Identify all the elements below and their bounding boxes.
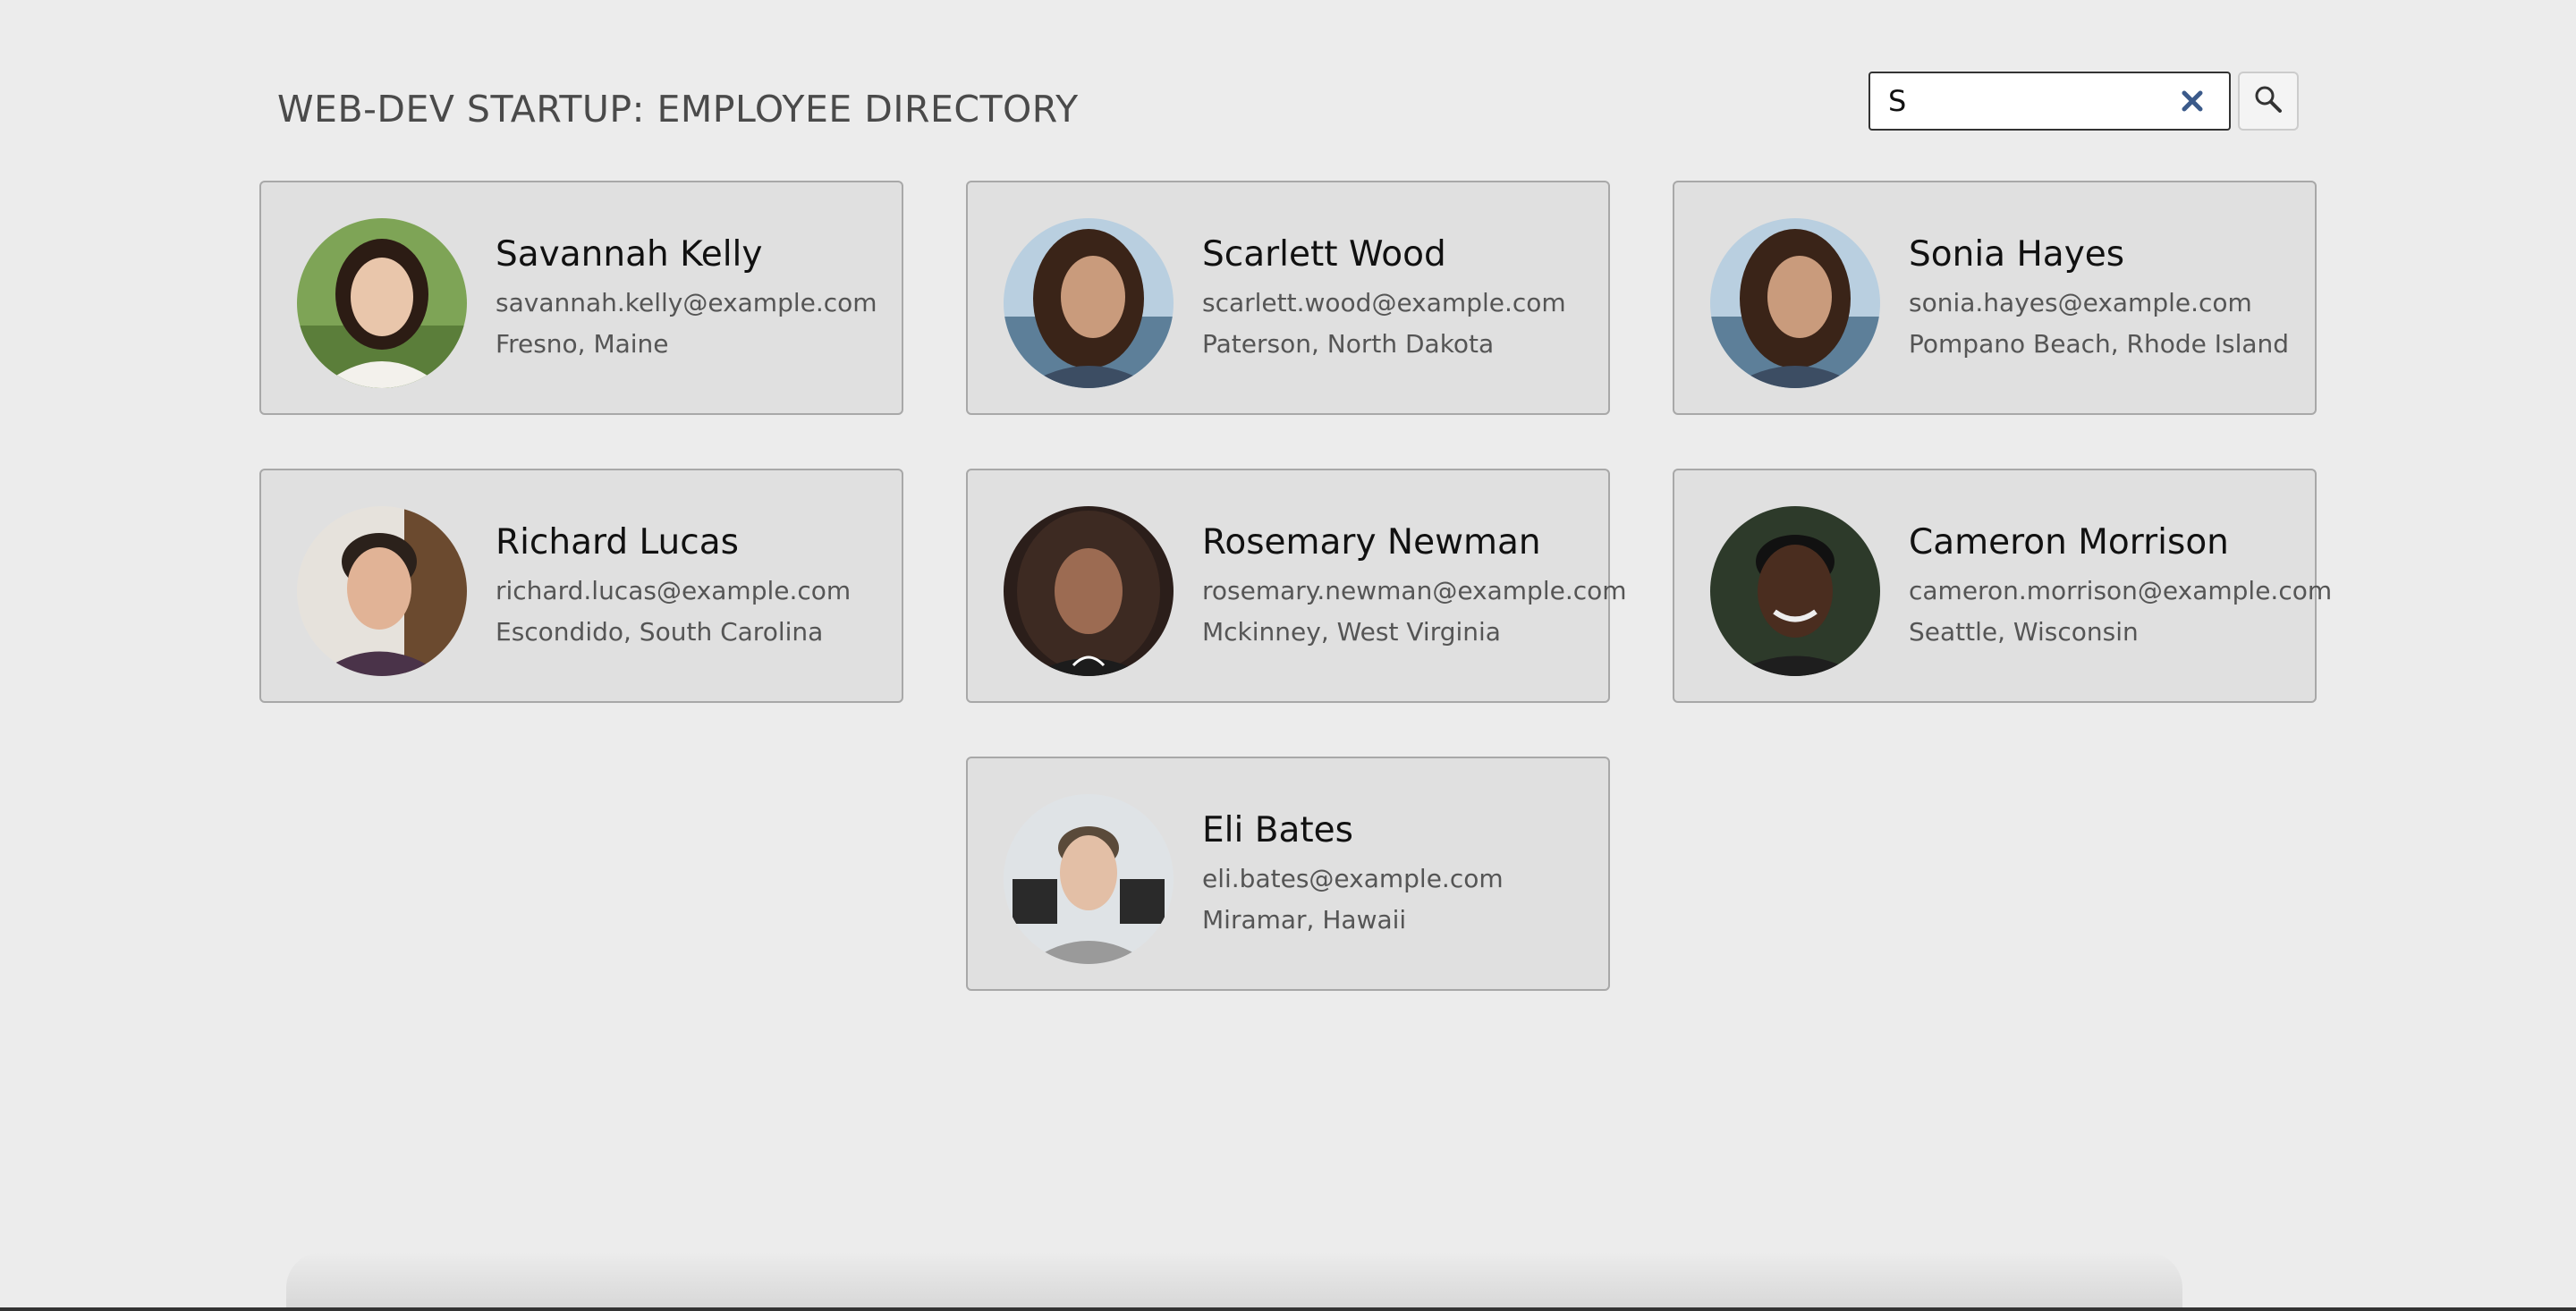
avatar (1710, 218, 1880, 388)
employee-location: Pompano Beach, Rhode Island (1909, 329, 2290, 359)
employee-name: Scarlett Wood (1202, 234, 1446, 275)
employee-card[interactable]: Sonia Hayes sonia.hayes@example.com Pomp… (1673, 181, 2317, 415)
employee-card[interactable]: Eli Bates eli.bates@example.com Miramar,… (966, 757, 1610, 991)
employee-card[interactable]: Savannah Kelly savannah.kelly@example.co… (259, 181, 903, 415)
employee-email: sonia.hayes@example.com (1909, 288, 2252, 317)
avatar (1004, 794, 1174, 964)
employee-location: Fresno, Maine (496, 329, 669, 359)
employee-directory-page: WEB-DEV STARTUP: EMPLOYEE DIRECTORY Sava… (0, 0, 2576, 1311)
employee-location: Mckinney, West Virginia (1202, 617, 1501, 647)
employee-email: eli.bates@example.com (1202, 864, 1504, 893)
employee-card[interactable]: Richard Lucas richard.lucas@example.com … (259, 469, 903, 703)
employee-email: cameron.morrison@example.com (1909, 576, 2333, 605)
avatar (1004, 506, 1174, 676)
avatar (297, 218, 467, 388)
employee-name: Cameron Morrison (1909, 522, 2229, 562)
employee-name: Savannah Kelly (496, 234, 763, 275)
employee-location: Paterson, North Dakota (1202, 329, 1495, 359)
employee-name: Rosemary Newman (1202, 522, 1541, 562)
employee-name: Sonia Hayes (1909, 234, 2125, 275)
employee-grid: Savannah Kelly savannah.kelly@example.co… (0, 0, 2576, 1311)
avatar (1710, 506, 1880, 676)
employee-email: scarlett.wood@example.com (1202, 288, 1566, 317)
employee-email: savannah.kelly@example.com (496, 288, 877, 317)
employee-card[interactable]: Cameron Morrison cameron.morrison@exampl… (1673, 469, 2332, 703)
employee-email: richard.lucas@example.com (496, 576, 852, 605)
bottom-shadow (286, 1252, 2182, 1311)
employee-email: rosemary.newman@example.com (1202, 576, 1627, 605)
employee-location: Seattle, Wisconsin (1909, 617, 2139, 647)
employee-location: Miramar, Hawaii (1202, 905, 1407, 935)
employee-name: Eli Bates (1202, 810, 1353, 850)
employee-card[interactable]: Scarlett Wood scarlett.wood@example.com … (966, 181, 1610, 415)
employee-location: Escondido, South Carolina (496, 617, 824, 647)
window-bottom-edge (0, 1307, 2576, 1311)
employee-card[interactable]: Rosemary Newman rosemary.newman@example.… (966, 469, 1627, 703)
avatar (1004, 218, 1174, 388)
employee-name: Richard Lucas (496, 522, 739, 562)
avatar (297, 506, 467, 676)
